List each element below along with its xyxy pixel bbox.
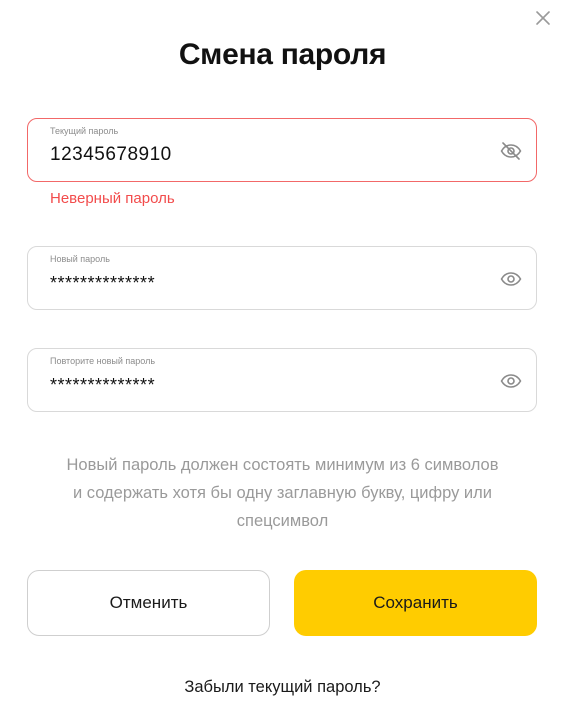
eye-icon (500, 272, 522, 286)
current-password-field[interactable]: Текущий пароль 12345678910 (27, 118, 537, 182)
cancel-button[interactable]: Отменить (27, 570, 270, 636)
current-password-label: Текущий пароль (50, 126, 119, 136)
new-password-label: Новый пароль (50, 254, 110, 264)
eye-icon (500, 374, 522, 388)
forgot-password-link[interactable]: Забыли текущий пароль? (0, 678, 565, 697)
close-button[interactable] (533, 8, 553, 28)
new-password-value: ************** (50, 273, 156, 293)
new-password-field[interactable]: Новый пароль ************** (27, 246, 537, 310)
repeat-password-label: Повторите новый пароль (50, 356, 156, 366)
repeat-password-value: ************** (50, 375, 156, 395)
toggle-visibility-button[interactable] (498, 266, 524, 292)
password-error-message: Неверный пароль (50, 190, 175, 207)
close-icon (536, 11, 550, 25)
current-password-value: 12345678910 (50, 144, 172, 165)
hint-line: Новый пароль должен состоять минимум из … (66, 456, 499, 474)
hint-line: и содержать хотя бы одну заглавную букву… (72, 484, 492, 502)
eye-off-icon (500, 142, 522, 160)
password-requirements-hint: Новый пароль должен состоять минимум из … (20, 451, 545, 535)
save-button[interactable]: Сохранить (294, 570, 537, 636)
toggle-visibility-button[interactable] (498, 138, 524, 164)
dialog-title: Смена пароля (178, 38, 387, 71)
toggle-visibility-button[interactable] (498, 368, 524, 394)
repeat-password-field[interactable]: Повторите новый пароль ************** (27, 348, 537, 412)
hint-line: спецсимвол (236, 512, 329, 530)
